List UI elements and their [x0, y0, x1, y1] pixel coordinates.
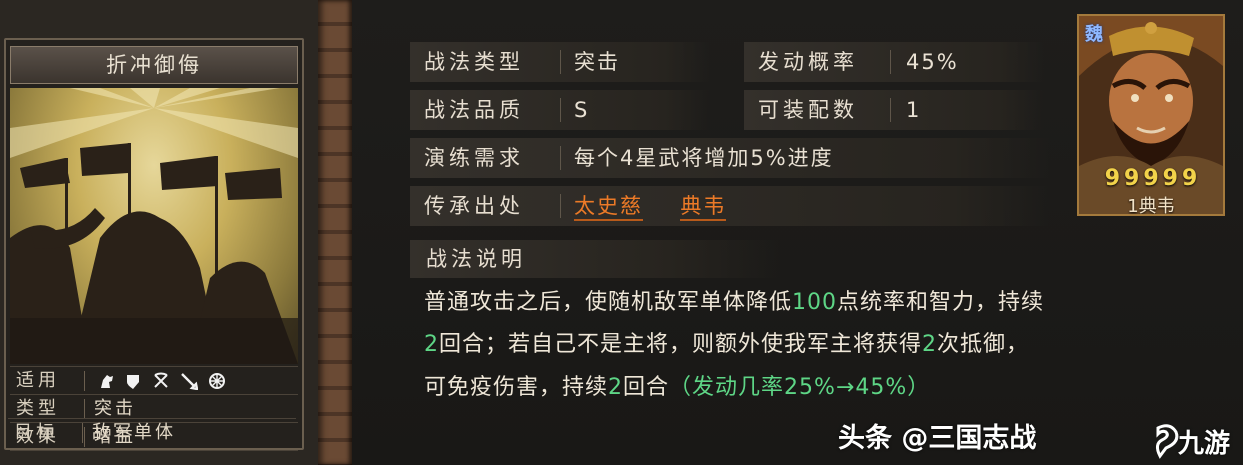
row-separator: [82, 423, 83, 443]
attr-divider: [560, 50, 561, 74]
desc-text: 普通攻击之后，使随机敌军单体降低: [424, 290, 793, 315]
attr-value: 每个4星武将增加5%进度: [574, 146, 834, 170]
attr-skill-type: 战法类型 突击: [410, 42, 710, 82]
cavalry-charge-art: [10, 88, 298, 364]
attr-training-requirement: 演练需求 每个4星武将增加5%进度: [410, 138, 1050, 178]
description-line-3: 可免疫伤害，持续2回合（发动几率25%→45%）: [424, 369, 930, 401]
desc-text: 次抵御，: [937, 332, 1030, 357]
skill-card: 折冲御侮 适用 类型 突击 效果 增益: [4, 38, 304, 451]
attr-label: 可装配数: [758, 98, 858, 122]
attr-equip-slots: 可装配数 1: [744, 90, 1044, 130]
card-row-applicable: 适用: [10, 366, 298, 395]
card-row-target: 目标 敌军单体: [8, 418, 296, 447]
star-rating: 99999: [1079, 166, 1223, 191]
desc-text: 回合；若自己不是主将，则额外使我军主将获得: [439, 332, 923, 357]
desc-highlight: 100: [792, 290, 838, 315]
desc-text: 点统率和智力，持续: [837, 290, 1045, 315]
attr-divider: [890, 50, 891, 74]
source-link-taishici[interactable]: 太史慈: [574, 194, 643, 221]
row-separator: [84, 399, 85, 419]
card-artwork: [10, 88, 298, 364]
description-line-2: 2回合；若自己不是主将，则额外使我军主将获得2次抵御，: [424, 326, 1029, 358]
card-title: 折冲御侮: [10, 46, 298, 84]
attr-label: 战法类型: [424, 50, 524, 74]
cavalry-icon: [101, 375, 113, 388]
source-watermark: 头条 @三国志战: [838, 423, 1037, 454]
attr-divider: [560, 146, 561, 170]
star-icon: 9: [1104, 166, 1121, 191]
desc-text: 可免疫伤害，持续: [424, 375, 609, 400]
general-name: 1典韦: [1127, 196, 1175, 216]
wooden-pillar: [318, 0, 352, 465]
spear-icon: [181, 373, 198, 390]
desc-highlight: 2: [424, 332, 439, 357]
desc-text: 回合: [623, 375, 670, 400]
attr-inheritance-source: 传承出处 太史慈 典韦: [410, 186, 1050, 226]
source-link-dianwei[interactable]: 典韦: [680, 194, 727, 221]
desc-highlight-rate: （发动几率25%→45%）: [669, 375, 931, 400]
card-row-target: [10, 450, 298, 451]
attr-divider: [560, 194, 561, 218]
star-icon: 9: [1162, 166, 1178, 191]
general-portrait[interactable]: 魏 99999 1典韦: [1077, 14, 1225, 216]
attr-value: 1: [906, 98, 922, 122]
row-label: 适用: [16, 370, 60, 391]
attr-divider: [890, 98, 891, 122]
star-icon: 9: [1181, 166, 1198, 191]
source-links: 太史慈 典韦: [574, 186, 727, 226]
attr-trigger-rate: 发动概率 45%: [744, 42, 1044, 82]
attr-label: 战法品质: [424, 98, 524, 122]
attr-divider: [560, 98, 561, 122]
siege-icon: [209, 373, 225, 389]
desc-highlight: 2: [608, 375, 624, 400]
row-value: 敌军单体: [92, 422, 176, 443]
attr-skill-quality: 战法品质 S: [410, 90, 710, 130]
row-label: 目标: [14, 422, 58, 443]
attr-value: 突击: [574, 50, 620, 74]
shield-icon: [127, 375, 139, 389]
attr-label: 传承出处: [424, 194, 524, 218]
row-separator: [84, 371, 85, 391]
attr-label: 演练需求: [424, 146, 524, 170]
desc-highlight: 2: [922, 332, 938, 357]
9you-logo-text: 九游: [1178, 429, 1231, 459]
faction-badge: 魏: [1085, 24, 1103, 45]
attr-label: 发动概率: [758, 50, 858, 74]
star-icon: 9: [1124, 166, 1140, 191]
description-line-1: 普通攻击之后，使随机敌军单体降低100点统率和智力，持续: [424, 284, 1044, 316]
description-title: 战法说明: [426, 247, 526, 271]
description-header: 战法说明: [410, 240, 780, 278]
star-icon: 9: [1143, 166, 1159, 191]
attr-value: 45%: [906, 50, 959, 74]
archer-icon: [154, 372, 168, 388]
attr-value: S: [574, 98, 590, 122]
